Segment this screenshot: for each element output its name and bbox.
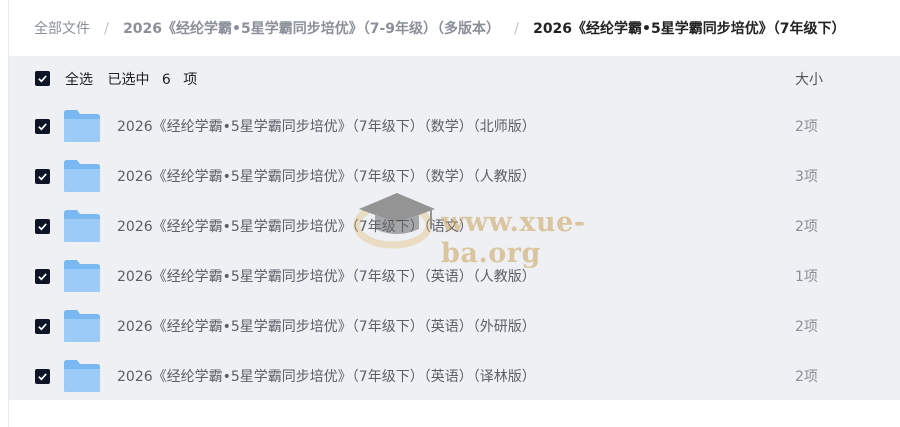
item-count: 3项 xyxy=(795,169,818,185)
item-count: 2项 xyxy=(795,219,818,235)
folder-name[interactable]: 2026《经纶学霸•5星学霸同步培优》（7年级下）（英语）（外研版） xyxy=(117,316,536,336)
folder-icon xyxy=(64,160,100,192)
row-checkbox[interactable] xyxy=(35,268,50,284)
check-icon xyxy=(38,75,47,83)
folder-icon xyxy=(64,310,100,342)
row-checkbox[interactable] xyxy=(35,368,50,384)
breadcrumb-current: 2026《经纶学霸•5星学霸同步培优》（7年级下） xyxy=(533,21,846,37)
check-icon xyxy=(38,122,47,130)
check-icon xyxy=(38,272,47,280)
list-item[interactable]: 2026《经纶学霸•5星学霸同步培优》（7年级下）（语文） 2项 xyxy=(9,201,900,251)
item-count: 1项 xyxy=(795,269,818,285)
selection-summary: 全选 已选中 6 项 xyxy=(65,69,207,89)
breadcrumb-parent[interactable]: 2026《经纶学霸•5星学霸同步培优》（7-9年级）（多版本） xyxy=(123,18,500,38)
folder-name[interactable]: 2026《经纶学霸•5星学霸同步培优》（7年级下）（数学）（人教版） xyxy=(117,166,536,186)
selected-count: 6 xyxy=(161,71,171,88)
list-item[interactable]: 2026《经纶学霸•5星学霸同步培优》（7年级下）（数学）（人教版） 3项 xyxy=(9,151,900,201)
file-list: 全选 已选中 6 项 大小 2026《经纶学霸•5星学霸同步培优》（7年级下）（… xyxy=(9,56,900,400)
check-icon xyxy=(38,222,47,230)
list-item[interactable]: 2026《经纶学霸•5星学霸同步培优》（7年级下）（英语）（外研版） 2项 xyxy=(9,301,900,351)
row-checkbox[interactable] xyxy=(35,168,50,184)
folder-icon xyxy=(64,260,100,292)
item-count: 2项 xyxy=(795,369,818,385)
item-count: 2项 xyxy=(795,119,818,135)
folder-name[interactable]: 2026《经纶学霸•5星学霸同步培优》（7年级下）（语文） xyxy=(117,216,473,236)
breadcrumb: 全部文件 / 2026《经纶学霸•5星学霸同步培优》（7-9年级）（多版本） /… xyxy=(9,0,900,56)
check-icon xyxy=(38,372,47,380)
folder-name[interactable]: 2026《经纶学霸•5星学霸同步培优》（7年级下）（数学）（北师版） xyxy=(117,116,536,136)
size-column-header[interactable]: 大小 xyxy=(795,69,823,89)
breadcrumb-separator: / xyxy=(104,19,110,37)
select-all-checkbox[interactable] xyxy=(35,71,50,86)
selected-suffix: 项 xyxy=(183,71,198,88)
item-count: 2项 xyxy=(795,319,818,335)
folder-name[interactable]: 2026《经纶学霸•5星学霸同步培优》（7年级下）（英语）（译林版） xyxy=(117,366,536,386)
row-checkbox[interactable] xyxy=(35,318,50,334)
list-header: 全选 已选中 6 项 大小 xyxy=(9,56,900,101)
row-checkbox[interactable] xyxy=(35,218,50,234)
breadcrumb-separator: / xyxy=(514,19,520,37)
check-icon xyxy=(38,322,47,330)
file-browser: 全部文件 / 2026《经纶学霸•5星学霸同步培优》（7-9年级）（多版本） /… xyxy=(8,0,900,427)
list-footer xyxy=(9,400,900,427)
folder-name[interactable]: 2026《经纶学霸•5星学霸同步培优》（7年级下）（英语）（人教版） xyxy=(117,266,536,286)
list-item[interactable]: 2026《经纶学霸•5星学霸同步培优》（7年级下）（英语）（译林版） 2项 xyxy=(9,351,900,401)
list-item[interactable]: 2026《经纶学霸•5星学霸同步培优》（7年级下）（数学）（北师版） 2项 xyxy=(9,101,900,151)
select-all-label[interactable]: 全选 xyxy=(65,72,93,88)
selected-prefix: 已选中 xyxy=(107,71,150,88)
check-icon xyxy=(38,172,47,180)
list-item[interactable]: 2026《经纶学霸•5星学霸同步培优》（7年级下）（英语）（人教版） 1项 xyxy=(9,251,900,301)
folder-icon xyxy=(64,360,100,392)
row-checkbox[interactable] xyxy=(35,118,50,134)
folder-icon xyxy=(64,210,100,242)
breadcrumb-root[interactable]: 全部文件 xyxy=(34,18,90,38)
folder-icon xyxy=(64,110,100,142)
